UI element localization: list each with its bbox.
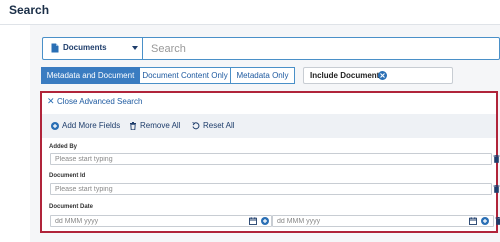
document-id-label: Document Id xyxy=(49,173,86,179)
advanced-search-panel: ✕ Close Advanced Search Add More Fields … xyxy=(40,91,500,233)
added-by-label: Added By xyxy=(49,144,78,150)
add-more-fields-label: Add More Fields xyxy=(62,121,121,130)
advanced-actions-bar: Add More Fields Remove All Reset All xyxy=(42,114,496,138)
trash-icon[interactable] xyxy=(495,217,500,225)
date-from-input[interactable] xyxy=(51,216,235,226)
document-type-dropdown[interactable]: Documents xyxy=(43,38,143,59)
close-icon: ✕ xyxy=(47,96,55,106)
remove-all-label: Remove All xyxy=(140,121,181,130)
close-advanced-search-label: Close Advanced Search xyxy=(57,97,143,106)
trash-icon[interactable] xyxy=(493,185,500,193)
document-date-label: Document Date xyxy=(49,204,94,210)
search-input[interactable] xyxy=(143,38,499,59)
added-by-input[interactable] xyxy=(50,153,492,165)
document-type-label: Documents xyxy=(63,43,107,52)
document-id-input[interactable] xyxy=(50,183,492,195)
add-circle-icon[interactable] xyxy=(261,217,269,225)
include-documents-filter: Include Documents xyxy=(303,67,453,84)
tab-metadata-only[interactable]: Metadata Only xyxy=(231,67,295,84)
add-circle-icon[interactable] xyxy=(481,217,489,225)
calendar-icon[interactable] xyxy=(249,217,257,225)
document-icon xyxy=(51,43,59,53)
page-header: Search xyxy=(0,0,500,25)
tab-document-content-only[interactable]: Document Content Only xyxy=(140,67,231,84)
reset-icon xyxy=(192,122,200,130)
document-date-to xyxy=(272,215,494,227)
search-bar: Documents xyxy=(42,37,500,60)
trash-icon xyxy=(130,122,136,130)
add-circle-icon xyxy=(51,122,59,130)
page-title: Search xyxy=(9,3,50,17)
document-date-from xyxy=(50,215,272,227)
include-documents-label: Include Documents xyxy=(310,71,384,80)
trash-icon[interactable] xyxy=(493,155,500,163)
date-to-input[interactable] xyxy=(273,216,457,226)
calendar-icon[interactable] xyxy=(469,217,477,225)
chevron-down-icon xyxy=(132,46,138,50)
reset-all-label: Reset All xyxy=(203,121,235,130)
remove-filter-icon[interactable] xyxy=(378,71,387,80)
tab-metadata-and-document[interactable]: Metadata and Document xyxy=(41,67,140,84)
